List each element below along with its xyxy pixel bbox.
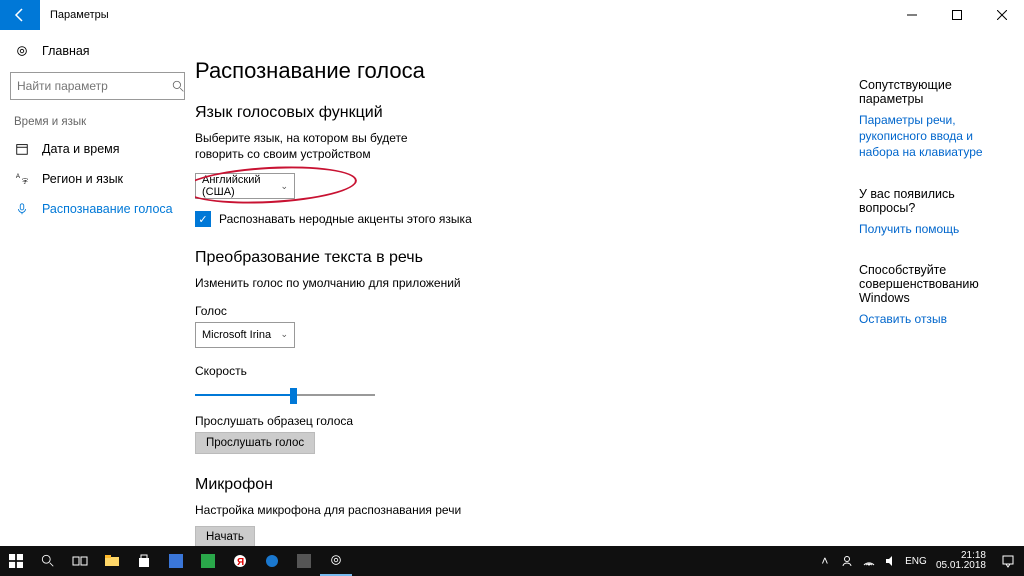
questions-heading: У вас появились вопросы? (859, 187, 1014, 215)
speed-label: Скорость (195, 364, 839, 378)
back-button[interactable] (0, 0, 40, 30)
speech-lang-dropdown[interactable]: Английский (США) ⌄ (195, 173, 295, 199)
improve-heading: Способствуйте совершенствованию Windows (859, 263, 1014, 305)
clock-icon (14, 142, 30, 156)
explorer-icon[interactable] (96, 546, 128, 576)
speech-lang-desc: Выберите язык, на котором вы будете гово… (195, 130, 455, 162)
app-title: Параметры (40, 0, 109, 30)
chevron-down-icon: ⌄ (280, 181, 288, 192)
globe-icon: A字 (14, 172, 30, 186)
clock-date: 05.01.2018 (936, 561, 986, 572)
store-icon[interactable] (128, 546, 160, 576)
tray-chevron-icon[interactable]: ˄ (814, 546, 836, 576)
gear-icon (14, 44, 30, 58)
voice-dropdown[interactable]: Microsoft Irina ⌄ (195, 322, 295, 348)
edge-icon[interactable] (256, 546, 288, 576)
mic-desc: Настройка микрофона для распознавания ре… (195, 502, 839, 518)
speed-slider[interactable] (195, 384, 375, 406)
sidebar-item-label: Дата и время (42, 142, 120, 156)
people-icon[interactable] (836, 546, 858, 576)
app-icon-1[interactable] (160, 546, 192, 576)
slider-thumb[interactable] (290, 388, 297, 404)
app-icon-3[interactable] (288, 546, 320, 576)
search-icon[interactable] (32, 546, 64, 576)
mic-heading: Микрофон (195, 476, 839, 494)
volume-icon[interactable] (880, 546, 902, 576)
search-input[interactable] (17, 79, 172, 93)
sidebar-item-datetime[interactable]: Дата и время (0, 134, 195, 164)
system-tray: ˄ ENG 21:18 05.01.2018 (814, 546, 1024, 576)
page-title: Распознавание голоса (195, 58, 839, 84)
svg-text:字: 字 (22, 177, 28, 185)
help-link[interactable]: Получить помощь (859, 221, 1014, 237)
search-box[interactable] (10, 72, 185, 100)
checkbox-label: Распознавать неродные акценты этого язык… (219, 212, 472, 226)
dropdown-value: Английский (США) (202, 174, 280, 198)
notifications-icon[interactable] (992, 554, 1024, 568)
sidebar-item-speech[interactable]: Распознавание голоса (0, 194, 195, 224)
preview-voice-button[interactable]: Прослушать голос (195, 432, 315, 454)
clock[interactable]: 21:18 05.01.2018 (930, 551, 992, 572)
close-button[interactable] (979, 0, 1024, 30)
dropdown-value: Microsoft Irina (202, 329, 271, 341)
start-button[interactable] (0, 546, 32, 576)
mic-start-button[interactable]: Начать (195, 526, 255, 546)
nonnative-accent-checkbox[interactable]: ✓ (195, 211, 211, 227)
annotation-circle: Английский (США) ⌄ (195, 173, 295, 199)
language-indicator[interactable]: ENG (902, 546, 930, 576)
taskview-icon[interactable] (64, 546, 96, 576)
home-label: Главная (42, 44, 90, 58)
svg-text:Я: Я (237, 557, 244, 568)
mic-icon (14, 202, 30, 216)
network-icon[interactable] (858, 546, 880, 576)
feedback-link[interactable]: Оставить отзыв (859, 311, 1014, 327)
sidebar-item-region[interactable]: A字 Регион и язык (0, 164, 195, 194)
yandex-icon[interactable]: Я (224, 546, 256, 576)
speech-lang-heading: Язык голосовых функций (195, 104, 839, 122)
chevron-down-icon: ⌄ (280, 329, 288, 340)
related-heading: Сопутствующие параметры (859, 78, 1014, 106)
home-button[interactable]: Главная (0, 36, 195, 66)
tts-desc: Изменить голос по умолчанию для приложен… (195, 275, 839, 291)
app-icon-2[interactable] (192, 546, 224, 576)
group-label: Время и язык (0, 116, 195, 134)
sidebar-item-label: Распознавание голоса (42, 202, 173, 216)
maximize-button[interactable] (934, 0, 979, 30)
search-icon (172, 80, 185, 93)
tts-heading: Преобразование текста в речь (195, 249, 839, 267)
preview-label: Прослушать образец голоса (195, 414, 839, 428)
minimize-button[interactable] (889, 0, 934, 30)
sidebar: Главная Время и язык Дата и время A字 Рег (0, 30, 195, 546)
related-link[interactable]: Параметры речи, рукописного ввода и набо… (859, 112, 1014, 161)
sidebar-item-label: Регион и язык (42, 172, 123, 186)
main-content: Распознавание голоса Язык голосовых функ… (195, 30, 859, 546)
voice-label: Голос (195, 304, 839, 318)
svg-text:A: A (16, 173, 21, 180)
settings-icon[interactable] (320, 546, 352, 576)
taskbar: Я ˄ ENG 21:18 05.01.2018 (0, 546, 1024, 576)
titlebar: Параметры (0, 0, 1024, 30)
right-rail: Сопутствующие параметры Параметры речи, … (859, 30, 1024, 546)
